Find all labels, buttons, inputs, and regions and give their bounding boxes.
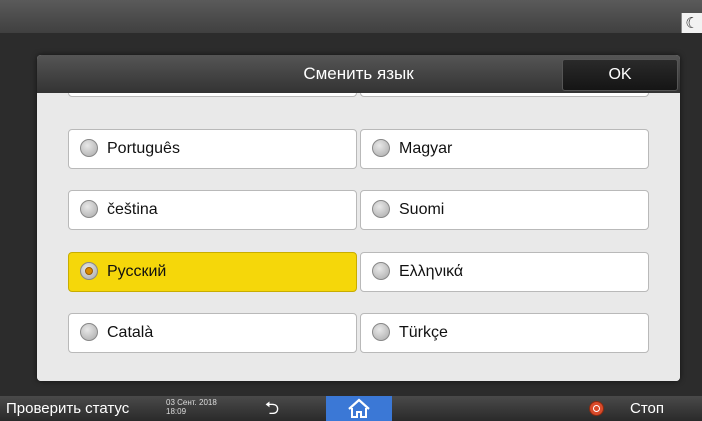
language-label: Suomi <box>399 201 445 218</box>
radio-button-icon[interactable] <box>372 262 390 280</box>
language-option[interactable]: Türkçe <box>360 313 649 353</box>
radio-button-checked-icon[interactable] <box>80 262 98 280</box>
radio-button-icon[interactable] <box>80 200 98 218</box>
radio-button-icon[interactable] <box>80 323 98 341</box>
date-text: 03 Сент. 2018 <box>166 398 217 407</box>
check-status-button[interactable]: Проверить статус <box>0 396 135 421</box>
radio-button-icon[interactable] <box>372 200 390 218</box>
stop-button[interactable]: Стоп <box>570 396 702 421</box>
language-option-selected[interactable]: Русский <box>68 252 357 292</box>
language-option-hidden[interactable] <box>360 93 649 97</box>
stop-label: Стоп <box>630 400 664 417</box>
language-label: Türkçe <box>399 324 448 341</box>
radio-button-icon[interactable] <box>80 139 98 157</box>
radio-button-icon[interactable] <box>372 323 390 341</box>
time-text: 18:09 <box>166 407 187 416</box>
radio-button-icon[interactable] <box>372 139 390 157</box>
language-label: Magyar <box>399 140 453 157</box>
language-label: Русский <box>107 263 167 280</box>
language-option[interactable]: Català <box>68 313 357 353</box>
language-option[interactable]: Português <box>68 129 357 169</box>
language-label: Català <box>107 324 154 341</box>
language-label: čeština <box>107 201 158 218</box>
bottom-bar: Проверить статус 03 Сент. 2018 18:09 ⮌ С… <box>0 396 702 421</box>
top-bar: ☾ <box>0 0 702 33</box>
change-language-dialog: Сменить язык OK Português Magyar čeština… <box>37 55 680 381</box>
radio-dot <box>85 267 93 275</box>
language-option-hidden[interactable] <box>68 93 357 97</box>
language-option[interactable]: Suomi <box>360 190 649 230</box>
language-list[interactable]: Português Magyar čeština Suomi Русский Ε… <box>37 93 680 381</box>
stop-icon <box>589 401 604 416</box>
moon-icon[interactable]: ☾ <box>681 13 702 33</box>
language-label: Português <box>107 140 180 157</box>
ok-button[interactable]: OK <box>562 59 678 91</box>
language-label: Ελληνικά <box>399 263 464 280</box>
date-time: 03 Сент. 2018 18:09 <box>166 398 217 416</box>
back-arrow-icon[interactable]: ⮌ <box>258 396 286 421</box>
language-option[interactable]: čeština <box>68 190 357 230</box>
home-button[interactable] <box>326 396 392 421</box>
dialog-header: Сменить язык OK <box>37 55 680 93</box>
language-option[interactable]: Magyar <box>360 129 649 169</box>
language-option[interactable]: Ελληνικά <box>360 252 649 292</box>
home-icon <box>348 398 370 418</box>
